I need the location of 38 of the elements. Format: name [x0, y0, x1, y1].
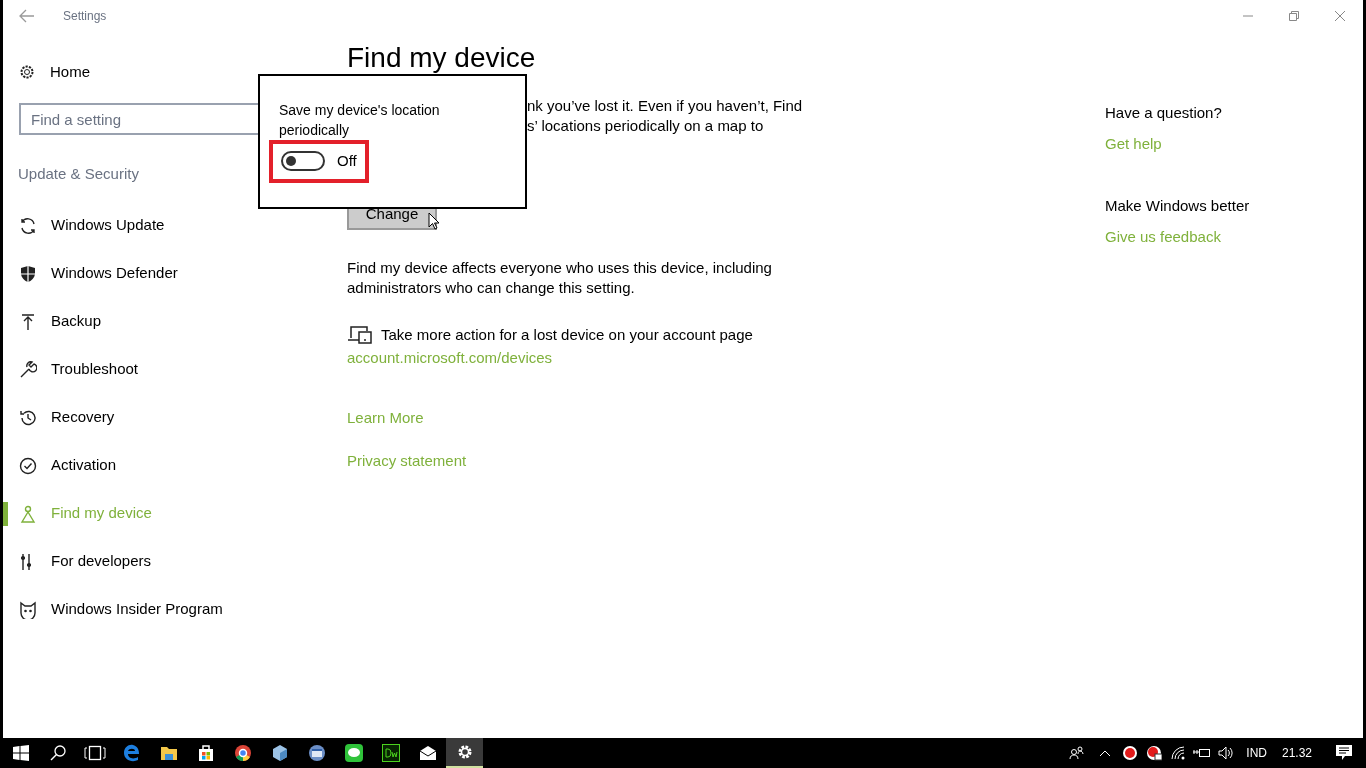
- help-heading: Make Windows better: [1105, 196, 1250, 216]
- devices-icon: [347, 326, 372, 345]
- language-indicator[interactable]: IND: [1246, 744, 1267, 762]
- back-arrow-icon[interactable]: [19, 9, 37, 23]
- notifications-icon[interactable]: [1336, 745, 1352, 761]
- settings-icon: [19, 64, 35, 80]
- description-text: nk you’ve lost it. Even if you haven’t, Find: [527, 96, 803, 116]
- selection-indicator: [3, 501, 8, 526]
- help-heading: Have a question?: [1105, 103, 1222, 123]
- toggle-switch[interactable]: [281, 151, 325, 172]
- window-title: Settings: [63, 8, 107, 25]
- toggle-state: Off: [337, 151, 357, 171]
- home-link[interactable]: Home: [50, 60, 90, 84]
- section-heading: Update & Security: [18, 164, 140, 184]
- nav-item[interactable]: Activation: [51, 454, 117, 477]
- person-icon: [19, 504, 37, 523]
- clock[interactable]: 21.32: [1281, 744, 1312, 762]
- page-title: Find my device: [347, 44, 536, 72]
- check-circle-icon: [19, 456, 37, 475]
- cat-icon: [19, 600, 37, 619]
- nav-item[interactable]: Windows Insider Program: [51, 598, 223, 621]
- nav-item[interactable]: Recovery: [51, 406, 115, 429]
- nav-item[interactable]: Windows Defender: [51, 262, 178, 285]
- nav-item[interactable]: For developers: [51, 550, 152, 573]
- info-text: Find my device affects everyone who uses this device, including administrators who can change this setting.: [347, 258, 773, 298]
- sync-icon: [19, 216, 37, 235]
- upload-arrow-icon: [19, 312, 37, 331]
- nav-item[interactable]: Backup: [51, 310, 102, 333]
- description-text: s’ locations periodically on a map to: [527, 116, 764, 136]
- shield-icon: [19, 264, 37, 283]
- nav-item[interactable]: Troubleshoot: [51, 358, 138, 381]
- mouse-pointer-icon: [428, 212, 440, 230]
- history-icon: [19, 408, 37, 427]
- account-text: Take more action for a lost device on your account page: [381, 325, 753, 345]
- wrench-icon: [19, 360, 37, 379]
- setting-label: Save my device's location periodically: [279, 101, 441, 140]
- settings-icon[interactable]: [446, 738, 483, 768]
- nav-item[interactable]: Windows Update: [51, 214, 165, 237]
